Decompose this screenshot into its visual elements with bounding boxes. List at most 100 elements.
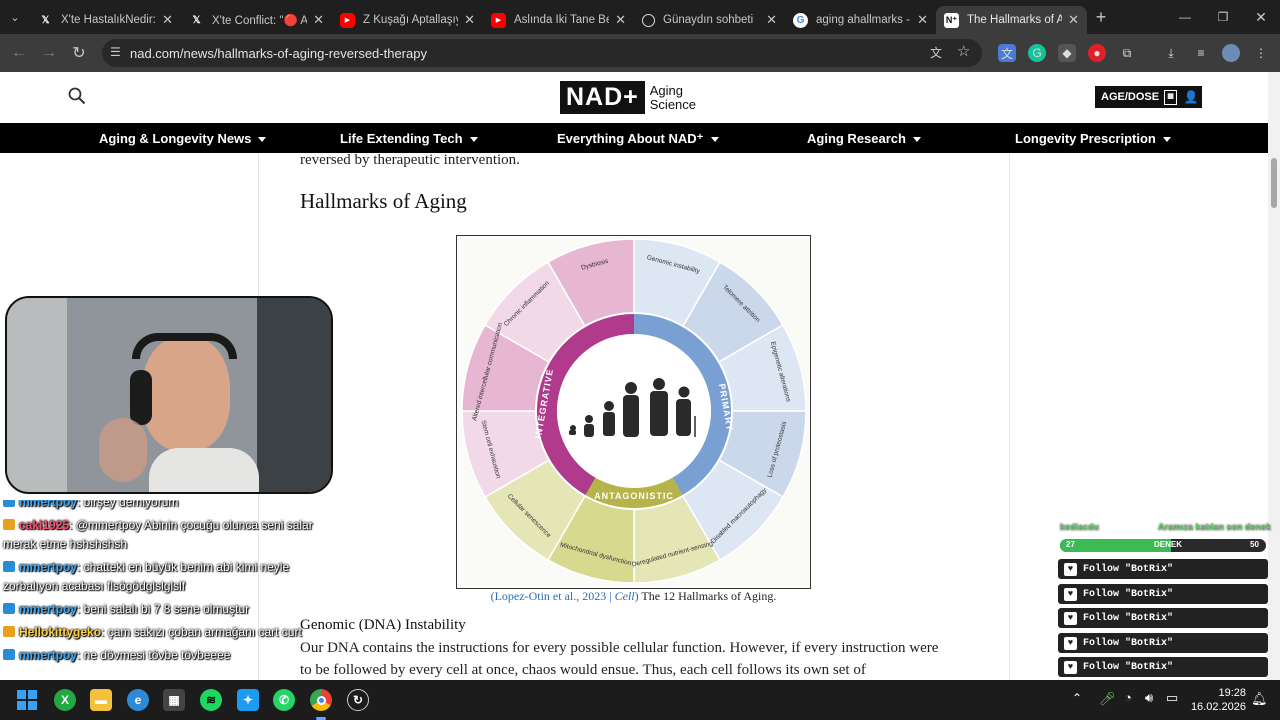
reading-list-icon[interactable]: ≡	[1192, 44, 1210, 62]
close-tab-icon[interactable]: ✕	[1068, 12, 1079, 28]
chat-message: mmertpoy: birşey demiyorum	[0, 500, 330, 512]
close-window-icon[interactable]: ✕	[1242, 9, 1280, 26]
follow-alert: ♥ Follow "BotRix"	[1058, 633, 1268, 653]
tray-overflow-icon[interactable]: ⌃	[1072, 691, 1082, 705]
address-bar[interactable]: ☰ nad.com/news/hallmarks-of-aging-revers…	[102, 39, 982, 67]
profile-avatar[interactable]	[1222, 44, 1240, 62]
browser-tab[interactable]: ▶ Aslında İki Tane Beyn ✕	[483, 6, 634, 34]
browser-tab[interactable]: 𝕏 X'te HastalıkNedir: "I ✕	[30, 6, 181, 34]
twitter-app-icon[interactable]: ✦	[237, 689, 259, 711]
site-logo[interactable]: NAD+ Aging Science	[560, 81, 696, 114]
nav-aging-longevity-news[interactable]: Aging & Longevity News	[99, 131, 267, 146]
recording-app-icon[interactable]: ↻	[347, 689, 369, 711]
chat-username: mmertpoy	[19, 500, 78, 509]
search-icon[interactable]	[68, 87, 86, 105]
nav-longevity-prescription[interactable]: Longevity Prescription	[1015, 131, 1171, 146]
goal-name: DENEK	[1154, 540, 1183, 549]
battery-icon[interactable]: ▭	[1166, 690, 1178, 706]
browser-toolbar: ← → ↻ ☰ nad.com/news/hallmarks-of-aging-…	[0, 34, 1280, 72]
chat-text: : beni salalı bi 7 8 sene olmuştur	[77, 602, 250, 616]
page-scrollbar[interactable]	[1268, 72, 1280, 680]
goal-progress-bar: 27 DENEK 50	[1060, 539, 1266, 552]
extensions-puzzle-icon[interactable]: ⧉	[1118, 44, 1136, 62]
reload-icon[interactable]: ↻	[64, 43, 94, 63]
scrollbar-thumb[interactable]	[1271, 158, 1277, 208]
spotify-icon[interactable]: ≋	[200, 689, 222, 711]
tab-title: X'te Conflict: "🔴 Al	[212, 15, 308, 27]
webcam-overlay	[5, 296, 333, 494]
restore-icon[interactable]: ❐	[1204, 10, 1242, 24]
windows-taskbar: X ▬ e ▦ ≋ ✦ ✆ ↻ ⌃ 🎤︎ ◔ 🔊︎ ▭ 19:28 16.02.…	[0, 680, 1280, 720]
chrome-menu-icon[interactable]: ⋮	[1252, 44, 1270, 62]
chrome-icon[interactable]	[310, 689, 332, 711]
grammarly-icon[interactable]: G	[1028, 44, 1046, 62]
caption-citation-link[interactable]: (Lopez-Otin et al., 2023 |	[491, 589, 615, 603]
nav-everything-about-nad[interactable]: Everything About NAD⁺	[557, 131, 719, 147]
store-icon[interactable]: ▦	[163, 689, 185, 711]
caption-text: The 12 Hallmarks of Aging.	[638, 589, 777, 603]
hallmarks-figure: ANTAGONISTIC PRIMARY INTEGRATIVE Genomic…	[456, 235, 811, 589]
notification-bell-icon[interactable]: 🔔︎	[1251, 691, 1268, 707]
chat-message: Hellokittygeko: çam sakızı çoban armağan…	[0, 623, 330, 642]
follow-text: Follow "BotRix"	[1083, 563, 1174, 575]
goal-current: 27	[1066, 540, 1075, 549]
forward-arrow-icon[interactable]: →	[34, 44, 64, 62]
translate-extension-icon[interactable]: 文	[998, 44, 1016, 62]
close-tab-icon[interactable]: ✕	[917, 12, 928, 28]
tab-title: X'te HastalıkNedir: "I	[61, 14, 157, 26]
paragraph-text: reversed by therapeutic intervention.	[300, 153, 520, 168]
goal-target: 50	[1250, 540, 1259, 549]
follow-text: Follow "BotRix"	[1083, 612, 1174, 624]
nav-aging-research[interactable]: Aging Research	[807, 131, 921, 146]
bookmark-star-icon[interactable]: ☆	[957, 42, 970, 60]
site-info-icon[interactable]: ☰	[110, 45, 121, 59]
goal-right-label: Aramıza katılan son denek	[1158, 522, 1272, 532]
extension-icon[interactable]: ◆	[1058, 44, 1076, 62]
file-explorer-icon[interactable]: ▬	[90, 689, 112, 711]
clock-time: 19:28	[1218, 687, 1246, 699]
close-tab-icon[interactable]: ✕	[464, 12, 475, 28]
browser-tab-strip: ⌄ 𝕏 X'te HastalıkNedir: "I ✕ 𝕏 X'te Conflic…	[0, 0, 1280, 34]
url-text[interactable]: nad.com/news/hallmarks-of-aging-reversed…	[130, 46, 427, 61]
browser-tab[interactable]: Gaging ahallmarks - G ✕	[785, 6, 936, 34]
heart-icon: ♥	[1064, 611, 1077, 625]
browser-tab[interactable]: 𝕏 X'te Conflict: "🔴 Al ✕	[181, 6, 332, 34]
edge-icon[interactable]: e	[127, 689, 149, 711]
minimize-icon[interactable]: —	[1166, 10, 1204, 24]
heart-icon: ♥	[1064, 636, 1077, 650]
tab-search-button[interactable]: ⌄	[0, 11, 30, 24]
follow-alert: ♥ Follow "BotRix"	[1058, 657, 1268, 677]
nav-label: Everything About NAD⁺	[557, 131, 704, 146]
volume-icon[interactable]: 🔊︎	[1145, 690, 1153, 706]
figure-caption: (Lopez-Otin et al., 2023 | Cell) The 12 …	[300, 589, 967, 604]
follow-text: Follow "BotRix"	[1083, 661, 1174, 673]
account-button[interactable]: 👤	[1180, 86, 1202, 108]
windows-start-icon[interactable]	[16, 689, 38, 711]
antagonistic-label: ANTAGONISTIC	[594, 491, 674, 501]
browser-tab[interactable]: Günaydın sohbeti ✕	[634, 6, 785, 34]
translate-icon[interactable]: 文	[930, 44, 942, 61]
caption-journal-link[interactable]: Cell	[615, 589, 635, 603]
whatsapp-icon[interactable]: ✆	[273, 689, 295, 711]
wifi-icon[interactable]: ◔	[1124, 690, 1132, 705]
extension-red-icon[interactable]: ●	[1088, 44, 1106, 62]
microphone-icon[interactable]: 🎤︎	[1099, 691, 1116, 707]
age-dose-button[interactable]: AGE/DOSE ▦	[1095, 86, 1184, 108]
nav-life-extending-tech[interactable]: Life Extending Tech	[340, 131, 478, 146]
close-tab-icon[interactable]: ✕	[162, 12, 173, 28]
close-tab-icon[interactable]: ✕	[313, 12, 324, 28]
clock[interactable]: 19:28 16.02.2026	[1190, 686, 1246, 714]
chat-username: Hellokittygeko	[19, 625, 102, 639]
tab-title: Aslında İki Tane Beyn	[514, 14, 610, 26]
xbox-icon[interactable]: X	[54, 689, 76, 711]
close-tab-icon[interactable]: ✕	[615, 12, 626, 28]
column-divider	[1009, 153, 1010, 680]
back-arrow-icon[interactable]: ←	[4, 44, 34, 62]
browser-tab-active[interactable]: N⁺ The Hallmarks of Agi ✕	[936, 6, 1087, 34]
download-icon[interactable]: ⤓	[1162, 44, 1180, 62]
new-tab-button[interactable]: +	[1087, 7, 1115, 28]
close-tab-icon[interactable]: ✕	[766, 12, 777, 28]
chatgpt-icon	[642, 13, 655, 27]
browser-tab[interactable]: ▶ Z Kuşağı Aptallaşıyor ✕	[332, 6, 483, 34]
caret-down-icon	[1162, 137, 1171, 143]
